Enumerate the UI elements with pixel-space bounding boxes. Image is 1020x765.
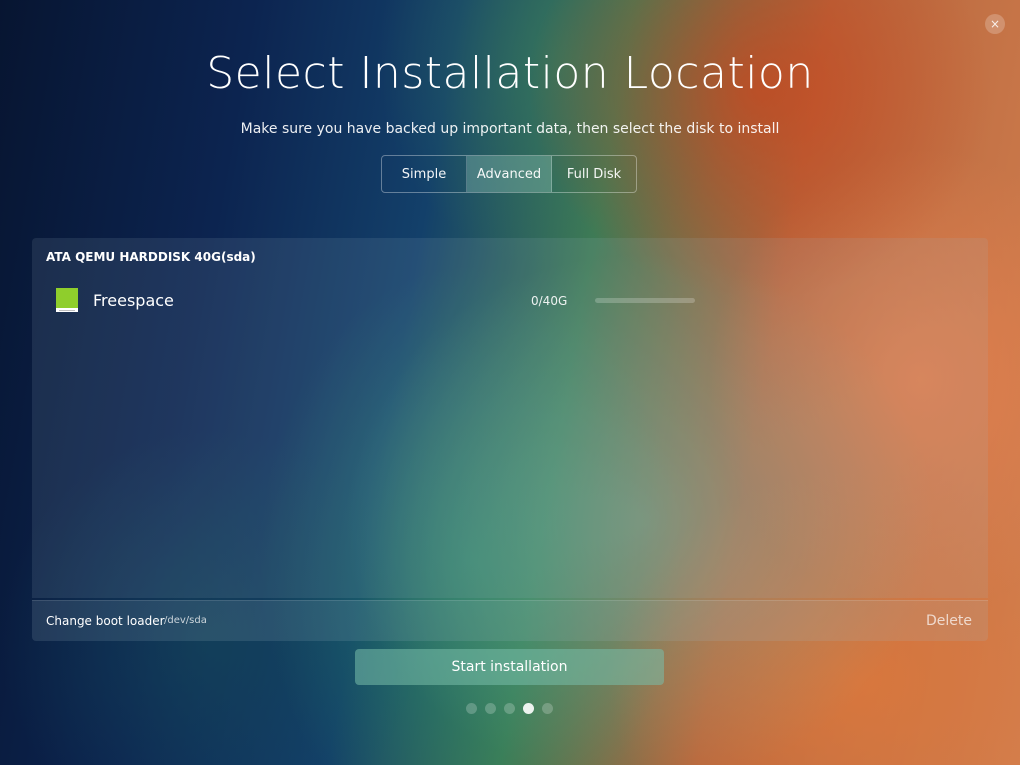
partition-row-freespace[interactable]: Freespace 0/40G	[56, 286, 956, 316]
partition-icon	[56, 288, 78, 312]
delete-button[interactable]: Delete	[926, 613, 972, 629]
partition-label: Freespace	[93, 291, 174, 310]
tab-full-disk[interactable]: Full Disk	[552, 156, 636, 192]
disk-panel: ATA QEMU HARDDISK 40G(sda) Freespace 0/4…	[32, 238, 988, 598]
tab-advanced[interactable]: Advanced	[467, 156, 552, 192]
change-boot-loader-button[interactable]: Change boot loader	[46, 614, 165, 628]
boot-device-label: /dev/sda	[164, 615, 207, 626]
start-installation-button[interactable]: Start installation	[355, 649, 664, 685]
partition-size: 0/40G	[531, 294, 568, 308]
tab-simple[interactable]: Simple	[382, 156, 467, 192]
step-dot-1	[466, 703, 477, 714]
step-dot-3	[504, 703, 515, 714]
step-dot-2	[485, 703, 496, 714]
page-title: Select Installation Location	[206, 48, 814, 99]
step-dot-4	[523, 703, 534, 714]
bottom-bar: Change boot loader /dev/sda Delete	[32, 600, 988, 641]
disk-name: ATA QEMU HARDDISK 40G(sda)	[46, 250, 256, 264]
step-dot-5	[542, 703, 553, 714]
partition-usage-bar	[595, 298, 695, 303]
close-button[interactable]: ×	[985, 14, 1005, 34]
close-icon: ×	[989, 17, 1001, 31]
page-subtitle: Make sure you have backed up important d…	[240, 121, 780, 137]
step-indicator	[466, 703, 553, 714]
mode-tabs: Simple Advanced Full Disk	[381, 155, 637, 193]
